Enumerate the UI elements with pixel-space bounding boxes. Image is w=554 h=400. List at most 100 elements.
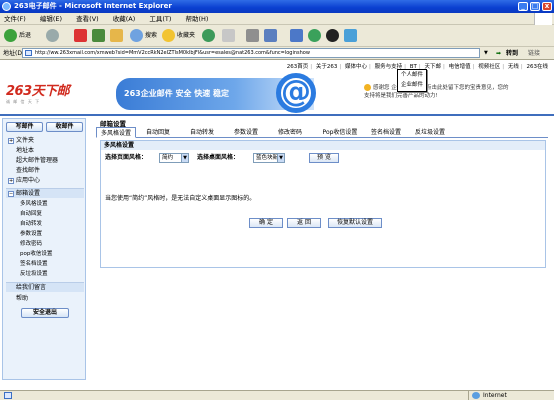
tab-signature[interactable]: 签名档设置 bbox=[366, 127, 406, 138]
notice-icon bbox=[364, 84, 371, 91]
window-title: 263电子邮件 - Microsoft Internet Explorer bbox=[14, 2, 172, 10]
search-button[interactable]: 搜索 bbox=[130, 28, 157, 44]
sidebar-sub-password[interactable]: 修改密码 bbox=[6, 239, 84, 249]
preview-button[interactable]: 预 览 bbox=[309, 153, 339, 163]
toplink-telecom[interactable]: 电信增值 bbox=[449, 64, 471, 70]
back-arrow-icon bbox=[4, 29, 17, 42]
dropdown-option-personal[interactable]: 个人邮件 bbox=[398, 70, 426, 80]
toplink-wireless[interactable]: 无线 bbox=[508, 64, 519, 70]
menu-tools[interactable]: 工具(T) bbox=[149, 15, 171, 23]
feedback-notice[interactable]: 感谢您 企业邮件 邮，点击此处留下您的宝贵意见，您的 支持将是我们完善产品的动力… bbox=[364, 84, 550, 100]
print-icon bbox=[246, 29, 259, 42]
toplink-video[interactable]: 视频社区 bbox=[478, 64, 500, 70]
mail-button[interactable] bbox=[222, 28, 237, 44]
address-url: http://ww.263xmail.com/xmweb?sid=MmV2ccR… bbox=[35, 50, 310, 56]
minimize-button[interactable]: _ bbox=[518, 2, 528, 11]
page-style-select[interactable]: 简约 ▼ bbox=[159, 153, 189, 163]
expand-icon: + bbox=[8, 178, 14, 184]
research-icon bbox=[344, 29, 357, 42]
sidebar-sub-signature[interactable]: 签名档设置 bbox=[6, 259, 84, 269]
sidebar-sub-autoreply[interactable]: 自动回复 bbox=[6, 209, 84, 219]
edit-button[interactable] bbox=[264, 28, 279, 44]
home-button[interactable] bbox=[110, 28, 125, 44]
notice-line2: 支持将是我们完善产品的动力! bbox=[364, 93, 438, 99]
menu-help[interactable]: 帮助(H) bbox=[186, 15, 209, 23]
sidebar-item-search-mail[interactable]: 查找邮件 bbox=[6, 166, 84, 176]
discuss-button[interactable] bbox=[290, 28, 305, 44]
forward-arrow-icon bbox=[46, 29, 59, 42]
windows-logo-icon bbox=[534, 13, 552, 25]
toplink-263online[interactable]: 263在线 bbox=[527, 64, 549, 70]
stop-button[interactable] bbox=[74, 28, 89, 44]
sidebar-sub-pop[interactable]: pop收信设置 bbox=[6, 249, 84, 259]
edit-icon bbox=[264, 29, 277, 42]
discuss-icon bbox=[290, 29, 303, 42]
sidebar-item-feedback[interactable]: 给我们留言 bbox=[6, 282, 84, 292]
sidebar-item-mailbox-settings[interactable]: − 邮箱设置 bbox=[6, 188, 84, 198]
back-button[interactable]: 后退 bbox=[4, 28, 31, 44]
desktop-style-select[interactable]: 蓝色块新 ▼ bbox=[253, 153, 285, 163]
search-icon bbox=[130, 29, 143, 42]
logout-button[interactable]: 安全退出 bbox=[21, 308, 69, 318]
close-button[interactable]: x bbox=[542, 2, 552, 11]
settings-main: 邮箱设置 多风格设置 自动回复 自动转发 参数设置 修改密码 Pop收信设置 签… bbox=[96, 118, 548, 268]
menu-edit[interactable]: 编辑(E) bbox=[40, 15, 62, 23]
sidebar-sub-antispam[interactable]: 反垃圾设置 bbox=[6, 269, 84, 279]
qq-button[interactable] bbox=[326, 28, 341, 44]
expand-icon: + bbox=[8, 138, 14, 144]
refresh-icon bbox=[92, 29, 105, 42]
maximize-button[interactable]: □ bbox=[530, 2, 540, 11]
go-button[interactable]: 转到 bbox=[506, 47, 518, 60]
notice-line1: 感谢您 企业邮件 邮，点击此处留下您的宝贵意见，您的 bbox=[373, 85, 509, 91]
address-input[interactable]: http://ww.263xmail.com/xmweb?sid=MmV2ccR… bbox=[22, 48, 480, 58]
sidebar-item-app-center[interactable]: + 应用中心 bbox=[6, 176, 84, 186]
address-dropdown-icon[interactable]: ▼ bbox=[484, 47, 492, 60]
tab-params[interactable]: 参数设置 bbox=[228, 127, 264, 138]
back-button-form[interactable]: 返 回 bbox=[287, 218, 321, 228]
sidebar-item-large-mail[interactable]: 超大邮件管理器 bbox=[6, 156, 84, 166]
address-bar: 地址(D) http://ww.263xmail.com/xmweb?sid=M… bbox=[0, 47, 554, 60]
logo-text: 263天下邮 bbox=[6, 84, 70, 99]
sidebar-item-folders[interactable]: + 文件夹 bbox=[6, 136, 84, 146]
toplink-about[interactable]: 关于263 bbox=[316, 64, 338, 70]
menu-view[interactable]: 查看(V) bbox=[76, 15, 99, 23]
menu-file[interactable]: 文件(F) bbox=[4, 15, 26, 23]
sidebar-item-addressbook[interactable]: 地址本 bbox=[6, 146, 84, 156]
reset-default-button[interactable]: 恢复默认设置 bbox=[328, 218, 382, 228]
site-logo[interactable]: 263天下邮 诚 邮 信 天 下 bbox=[6, 80, 70, 105]
toplink-media[interactable]: 媒体中心 bbox=[345, 64, 367, 70]
tab-style[interactable]: 多风格设置 bbox=[96, 127, 136, 138]
research-button[interactable] bbox=[344, 28, 359, 44]
panel-title: 多风格设置 bbox=[101, 141, 545, 150]
ok-button[interactable]: 确 定 bbox=[249, 218, 283, 228]
refresh-button[interactable] bbox=[92, 28, 107, 44]
tab-pop[interactable]: Pop收信设置 bbox=[316, 127, 364, 138]
go-icon[interactable]: ➡ bbox=[496, 47, 501, 60]
tab-autoreply[interactable]: 自动回复 bbox=[140, 127, 176, 138]
history-icon bbox=[202, 29, 215, 42]
sidebar-sub-forward[interactable]: 自动转发 bbox=[6, 219, 84, 229]
toplink-263home[interactable]: 263首页 bbox=[287, 64, 309, 70]
receive-mail-button[interactable]: 收邮件 bbox=[46, 122, 83, 132]
sidebar-sub-params[interactable]: 参数设置 bbox=[6, 229, 84, 239]
sidebar-sub-style[interactable]: 多风格设置 bbox=[6, 199, 84, 209]
sidebar: 写邮件 收邮件 + 文件夹 地址本 超大邮件管理器 查找邮件 + 应用中心 − 邮箱设… bbox=[2, 118, 86, 380]
tab-password[interactable]: 修改密码 bbox=[272, 127, 308, 138]
links-button[interactable]: 链接 bbox=[528, 47, 540, 60]
messenger-button[interactable] bbox=[308, 28, 323, 44]
dropdown-option-enterprise[interactable]: 企业邮件 bbox=[398, 80, 426, 90]
write-mail-button[interactable]: 写邮件 bbox=[6, 122, 43, 132]
print-button[interactable] bbox=[246, 28, 261, 44]
menu-favorites[interactable]: 收藏(A) bbox=[113, 15, 136, 23]
chevron-down-icon: ▼ bbox=[277, 154, 284, 162]
page-content: 263首页 | 关于263 | 媒体中心 | 服务与支持 | BT | 天下邮 | 电信增值… bbox=[0, 60, 554, 390]
history-button[interactable] bbox=[202, 28, 217, 44]
mail-type-dropdown[interactable]: 个人邮件 企业邮件 bbox=[397, 69, 427, 92]
tab-antispam[interactable]: 反垃圾设置 bbox=[410, 127, 450, 138]
globe-icon bbox=[472, 392, 480, 399]
sidebar-item-help[interactable]: 帮助 bbox=[6, 294, 84, 304]
forward-button[interactable] bbox=[46, 28, 61, 44]
tab-forward[interactable]: 自动转发 bbox=[184, 127, 220, 138]
page-status-icon bbox=[4, 392, 12, 399]
favorites-button[interactable]: 收藏夹 bbox=[162, 28, 195, 44]
